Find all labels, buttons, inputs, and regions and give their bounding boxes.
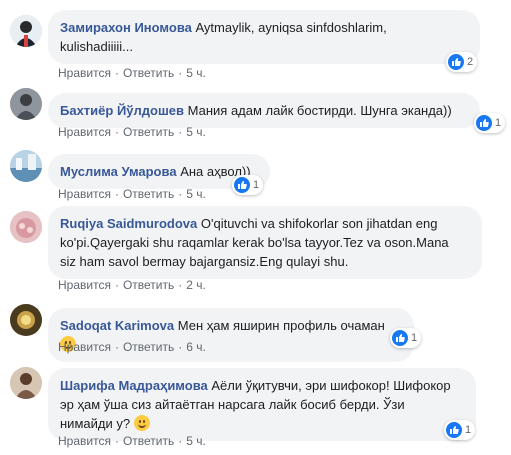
reaction-count[interactable]: 1 <box>474 113 506 133</box>
comment-text: Мания адам лайк бостирди. Шунга эканда)) <box>187 103 452 118</box>
like-button[interactable]: Нравится <box>58 125 111 139</box>
avatar[interactable] <box>10 367 42 399</box>
comment-author[interactable]: Шарифа Мадраҳимова <box>60 378 208 393</box>
reaction-count[interactable]: 2 <box>446 52 478 72</box>
comment-text: Аёли ўқитувчи, эри шифокор! Шифокор <box>211 378 451 393</box>
like-button[interactable]: Нравится <box>58 66 111 80</box>
like-icon <box>446 422 462 438</box>
comment-time[interactable]: 5 ч. <box>186 125 206 139</box>
reply-button[interactable]: Ответить <box>123 66 174 80</box>
comment-bubble: Замирахон Иномова Aytmaylik, ayniqsa sin… <box>48 10 480 64</box>
reply-button[interactable]: Ответить <box>123 434 174 448</box>
reaction-number: 2 <box>467 56 474 68</box>
comment-bubble: Ruqiya Saidmurodova O'qituvchi va shifok… <box>48 206 482 279</box>
comment-text: O'qituvchi va shifokorlar son jihatdan e… <box>200 216 438 231</box>
comment-author[interactable]: Бахтиёр Йўлдошев <box>60 103 184 118</box>
comment-actions: Нравится · Ответить · 5 ч. <box>58 125 206 139</box>
avatar[interactable] <box>10 15 42 47</box>
reaction-count[interactable]: 1 <box>232 175 264 195</box>
comment-author[interactable]: Муслима Умарова <box>60 164 177 179</box>
comment-time[interactable]: 2 ч. <box>186 278 206 292</box>
like-button[interactable]: Нравится <box>58 187 111 201</box>
avatar[interactable] <box>10 88 42 120</box>
like-icon <box>392 330 408 346</box>
comment-time[interactable]: 5 ч. <box>186 434 206 448</box>
like-icon <box>448 54 464 70</box>
comment-author[interactable]: Sadoqat Karimova <box>60 318 174 333</box>
comment-actions: Нравится · Ответить · 6 ч. <box>58 340 206 354</box>
reply-button[interactable]: Ответить <box>123 125 174 139</box>
reply-button[interactable]: Ответить <box>123 278 174 292</box>
avatar[interactable] <box>10 211 42 243</box>
reaction-number: 1 <box>465 424 472 436</box>
comment-actions: Нравится · Ответить · 2 ч. <box>58 278 206 292</box>
like-button[interactable]: Нравится <box>58 340 111 354</box>
avatar[interactable] <box>10 150 42 182</box>
comment-bubble: Шарифа Мадраҳимова Аёли ўқитувчи, эри ши… <box>48 368 476 441</box>
comment-text: Aytmaylik, ayniqsa sinfdoshlarim, <box>195 20 387 35</box>
comment-time[interactable]: 6 ч. <box>186 340 206 354</box>
comment-text: Мен ҳам яширин профиль очаман <box>177 318 385 333</box>
like-button[interactable]: Нравится <box>58 434 111 448</box>
comment-actions: Нравится · Ответить · 5 ч. <box>58 66 206 80</box>
like-icon <box>234 177 250 193</box>
comment-text: эр ҳам ўша сиз айтаётган нарсага лайк бо… <box>60 397 405 412</box>
like-icon <box>476 115 492 131</box>
reply-button[interactable]: Ответить <box>123 187 174 201</box>
comment-text: kulishadiiiii... <box>60 39 133 54</box>
reply-button[interactable]: Ответить <box>123 340 174 354</box>
comment-actions: Нравится · Ответить · 5 ч. <box>58 434 206 448</box>
reaction-number: 1 <box>411 332 418 344</box>
comment-author[interactable]: Замирахон Иномова <box>60 20 192 35</box>
grinning-emoji <box>133 415 150 431</box>
comment-bubble: Бахтиёр Йўлдошев Мания адам лайк бостирд… <box>48 93 480 128</box>
reaction-count[interactable]: 1 <box>390 328 422 348</box>
comment-time[interactable]: 5 ч. <box>186 187 206 201</box>
reaction-number: 1 <box>253 179 260 191</box>
comment-text: ko'pi.Qayergaki shu raqamlar kerak bo'ls… <box>60 235 449 250</box>
comment-actions: Нравится · Ответить · 5 ч. <box>58 187 206 201</box>
reaction-count[interactable]: 1 <box>444 420 476 440</box>
comment-text: siz ham savol bermay bajargansiz.Eng qul… <box>60 254 349 269</box>
comment-author[interactable]: Ruqiya Saidmurodova <box>60 216 197 231</box>
comment-time[interactable]: 5 ч. <box>186 66 206 80</box>
comment-text: нимайди у? <box>60 416 131 431</box>
like-button[interactable]: Нравится <box>58 278 111 292</box>
avatar[interactable] <box>10 304 42 336</box>
reaction-number: 1 <box>495 117 502 129</box>
